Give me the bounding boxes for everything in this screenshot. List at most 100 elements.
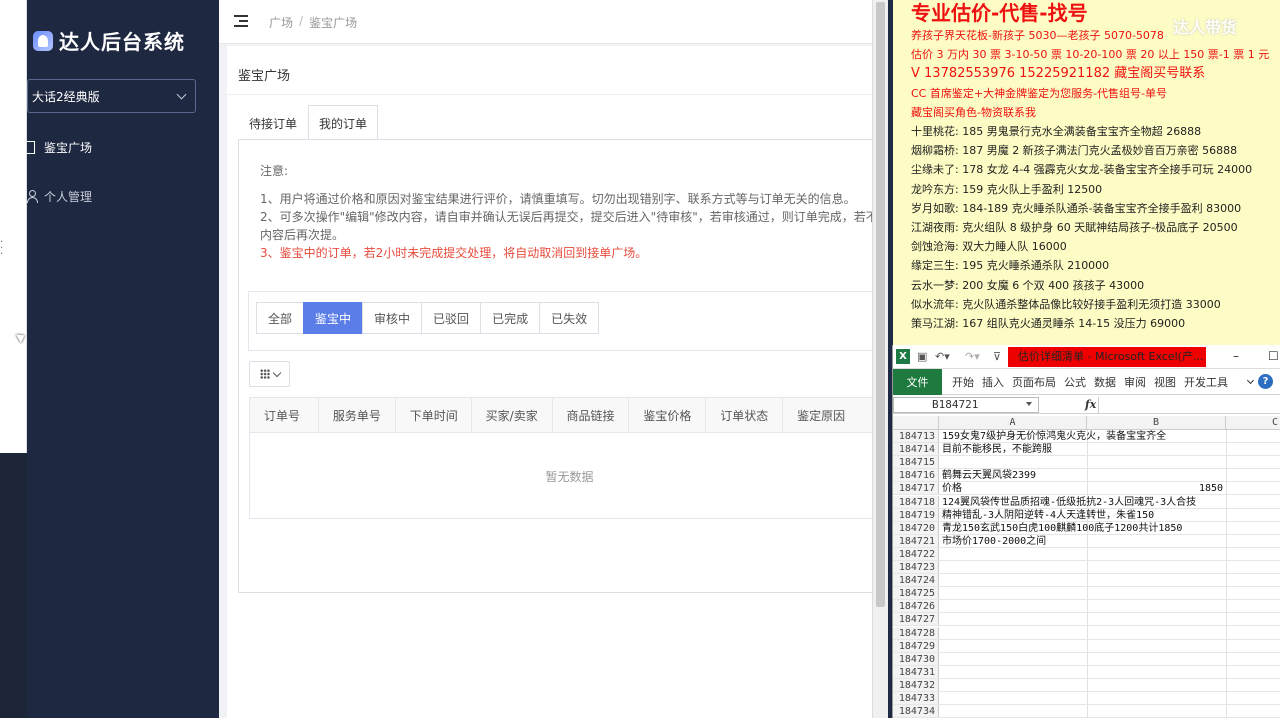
name-box[interactable]: B184721 — [893, 396, 1039, 413]
table-row[interactable]: 184723 — [893, 561, 1280, 575]
cell[interactable] — [939, 613, 1280, 625]
row-number[interactable]: 184716 — [893, 469, 939, 482]
ribbon-tab-developer[interactable]: 开发工具 — [1184, 374, 1228, 390]
minimize-ribbon-icon[interactable] — [1246, 376, 1255, 385]
table-row[interactable]: 184733 — [893, 692, 1280, 706]
column-header[interactable]: 服务单号 — [319, 398, 396, 433]
ribbon-tab-review[interactable]: 审阅 — [1124, 374, 1146, 390]
ribbon-tab-page-layout[interactable]: 页面布局 — [1012, 374, 1056, 390]
insert-function-icon[interactable]: fx — [1085, 398, 1096, 411]
table-row[interactable]: 184722 — [893, 547, 1280, 561]
select-all-corner[interactable] — [893, 416, 939, 430]
row-number[interactable]: 184719 — [893, 508, 939, 521]
table-row[interactable]: 184726 — [893, 600, 1280, 614]
table-row[interactable]: 184716 鹤舞云天翼风袋2399 — [893, 469, 1280, 483]
breadcrumb-item-plaza[interactable]: 广场 — [269, 14, 293, 31]
cell[interactable]: 鹤舞云天翼风袋2399 — [939, 469, 1280, 481]
cell[interactable] — [939, 666, 1280, 678]
column-header[interactable]: 下单时间 — [396, 398, 472, 433]
filter-all-button[interactable]: 全部 — [256, 302, 305, 334]
cell[interactable]: 价格 1850 — [939, 482, 1280, 494]
table-row[interactable]: 184725 — [893, 587, 1280, 601]
cell[interactable]: 124翼风袋传世品质招魂-低级抵抗2-3人回魂咒-3人合技 — [939, 496, 1280, 508]
ribbon-tab-file[interactable]: 文件 — [893, 368, 942, 395]
column-header[interactable]: 买家/卖家 — [472, 398, 553, 433]
filter-expired-button[interactable]: 已失效 — [539, 302, 600, 334]
row-number[interactable]: 184732 — [893, 678, 939, 691]
table-row[interactable]: 184728 — [893, 626, 1280, 640]
row-number[interactable]: 184730 — [893, 652, 939, 665]
cell[interactable]: 159女鬼7级护身无价惊鸿鬼火克火，装备宝宝齐全 — [939, 430, 1280, 442]
ribbon-tab-formulas[interactable]: 公式 — [1064, 374, 1086, 390]
column-header[interactable]: A — [939, 416, 1087, 430]
column-header[interactable]: 鉴宝价格 — [629, 398, 707, 433]
sidebar-item-personal[interactable]: 个人管理 — [27, 181, 219, 211]
row-number[interactable]: 184721 — [893, 534, 939, 547]
table-row[interactable]: 184721 市场价1700-2000之间 — [893, 534, 1280, 548]
help-icon[interactable]: ? — [1258, 374, 1273, 389]
scrollbar-thumb[interactable] — [876, 2, 885, 607]
cell[interactable] — [939, 627, 1280, 639]
redo-icon[interactable]: ↷▾ — [965, 350, 980, 363]
cell[interactable] — [939, 600, 1280, 612]
row-number[interactable]: 184724 — [893, 574, 939, 587]
column-header[interactable]: B — [1087, 416, 1226, 430]
row-number[interactable]: 184723 — [893, 561, 939, 574]
ribbon-tab-home[interactable]: 开始 — [952, 374, 974, 390]
table-row[interactable]: 184724 — [893, 574, 1280, 588]
cell[interactable] — [939, 679, 1280, 691]
cell[interactable] — [939, 587, 1280, 599]
row-number[interactable]: 184718 — [893, 495, 939, 508]
table-row[interactable]: 184732 — [893, 678, 1280, 692]
row-number[interactable]: 184729 — [893, 639, 939, 652]
row-number[interactable]: 184715 — [893, 456, 939, 469]
table-row[interactable]: 184715 — [893, 456, 1280, 470]
filter-rejected-button[interactable]: 已驳回 — [421, 302, 482, 334]
table-row[interactable]: 184714 目前不能移民，不能跨服 — [893, 443, 1280, 457]
formula-input[interactable] — [1098, 397, 1280, 413]
row-number[interactable]: 184717 — [893, 482, 939, 495]
table-row[interactable]: 184734 — [893, 705, 1280, 718]
cell[interactable] — [939, 705, 1280, 717]
row-number[interactable]: 184728 — [893, 626, 939, 639]
customize-toolbar-icon[interactable]: ⊽ — [993, 350, 1001, 363]
drag-handle-icon[interactable]: · · · — [0, 238, 3, 260]
row-number[interactable]: 184733 — [893, 692, 939, 705]
table-row[interactable]: 184717 价格 1850 — [893, 482, 1280, 496]
table-row[interactable]: 184730 — [893, 652, 1280, 666]
menu-toggle-icon[interactable] — [234, 15, 248, 27]
cell[interactable]: 目前不能移民，不能跨服 — [939, 443, 1280, 455]
table-row[interactable]: 184718 124翼风袋传世品质招魂-低级抵抗2-3人回魂咒-3人合技 — [893, 495, 1280, 509]
table-row[interactable]: 184713 159女鬼7级护身无价惊鸿鬼火克火，装备宝宝齐全 — [893, 430, 1280, 444]
vertical-scrollbar[interactable] — [872, 0, 888, 718]
table-row[interactable]: 184731 — [893, 665, 1280, 679]
row-number[interactable]: 184731 — [893, 665, 939, 678]
cell[interactable]: 青龙150玄武150白虎100麒麟100底子1200共计1850 — [939, 522, 1280, 534]
row-number[interactable]: 184725 — [893, 587, 939, 600]
cell[interactable] — [939, 692, 1280, 704]
table-row[interactable]: 184727 — [893, 613, 1280, 627]
row-number[interactable]: 184734 — [893, 705, 939, 718]
cell[interactable] — [939, 574, 1280, 586]
minimize-icon[interactable]: – — [1233, 349, 1239, 363]
row-number[interactable]: 184722 — [893, 547, 939, 560]
column-settings-button[interactable] — [249, 361, 290, 387]
version-select[interactable]: 大话2经典版 — [27, 79, 196, 113]
filter-reviewing-button[interactable]: 审核中 — [362, 302, 423, 334]
row-number[interactable]: 184713 — [893, 430, 939, 443]
cell[interactable]: 精神错乱-3人阴阳逆转-4人天逢转世，朱雀150 — [939, 509, 1280, 521]
cell[interactable] — [939, 561, 1280, 573]
column-header[interactable]: 订单号 — [250, 398, 319, 433]
column-header[interactable]: 商品链接 — [553, 398, 630, 433]
cell[interactable] — [939, 548, 1280, 560]
cell[interactable]: 市场价1700-2000之间 — [939, 535, 1280, 547]
tab-pending-orders[interactable]: 待接订单 — [238, 105, 308, 140]
sidebar-item-jianbao-plaza[interactable]: 鉴宝广场 — [27, 132, 219, 162]
cell[interactable] — [939, 640, 1280, 652]
filter-completed-button[interactable]: 已完成 — [480, 302, 541, 334]
table-row[interactable]: 184729 — [893, 639, 1280, 653]
column-header[interactable]: 订单状态 — [706, 398, 784, 433]
spreadsheet-grid[interactable]: A B C 184713 159女鬼7级护身无价惊鸿鬼火克火，装备宝宝齐全 1847… — [893, 416, 1280, 718]
maximize-icon[interactable]: ☐ — [1268, 349, 1279, 363]
tab-my-orders[interactable]: 我的订单 — [308, 105, 379, 140]
